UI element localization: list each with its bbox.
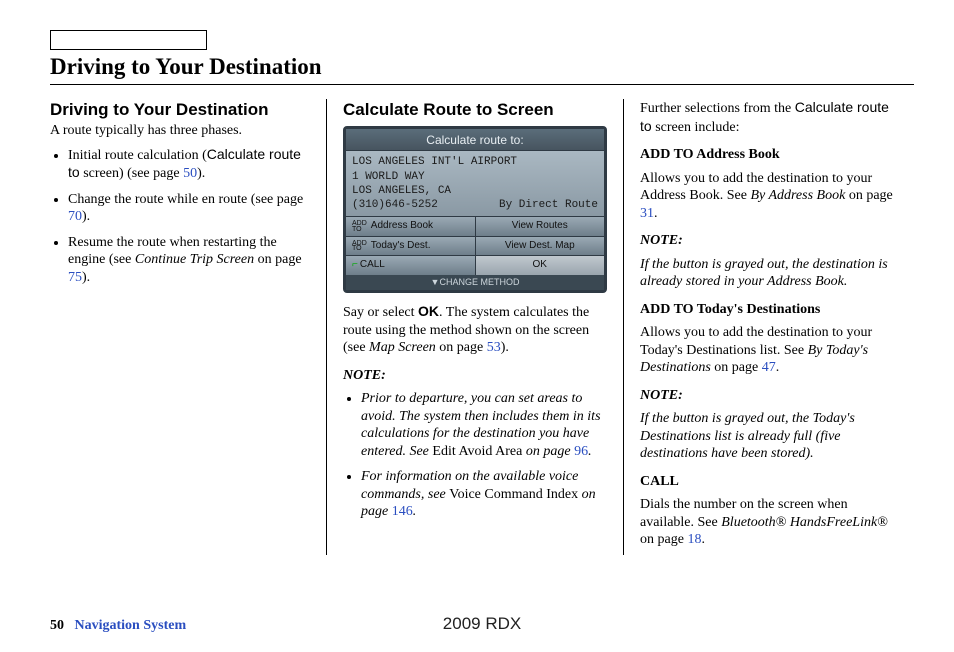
text: Edit Avoid Area xyxy=(432,444,522,459)
section-body: Allows you to add the destination to you… xyxy=(640,324,900,377)
text: Map Screen xyxy=(369,340,436,355)
text: . xyxy=(776,360,780,375)
col1-heading: Driving to Your Destination xyxy=(50,99,310,120)
page-ref-link[interactable]: 53 xyxy=(487,340,501,355)
list-item: Initial route calculation (Calculate rou… xyxy=(68,146,310,183)
text: By Address Book xyxy=(750,188,845,203)
page-ref-link[interactable]: 50 xyxy=(183,166,197,181)
phone-icon: ⌐ xyxy=(352,259,358,272)
phases-list: Initial route calculation (Calculate rou… xyxy=(50,146,310,287)
col2-heading: Calculate Route to Screen xyxy=(343,99,607,120)
page-ref-link[interactable]: 31 xyxy=(640,206,654,221)
list-item: For information on the available voice c… xyxy=(361,468,607,521)
text: Further selections from the xyxy=(640,101,795,116)
note-label: NOTE: xyxy=(640,387,900,405)
text: on page xyxy=(845,188,892,203)
label: Today's Dest. xyxy=(371,240,431,253)
note-label: NOTE: xyxy=(640,232,900,250)
page-number: 50 xyxy=(50,618,64,633)
screen-line: LOS ANGELES INT'L AIRPORT xyxy=(352,155,598,169)
text: ). xyxy=(501,340,509,355)
screen-button-row: ⌐ CALL OK xyxy=(346,255,604,275)
text: . xyxy=(413,504,417,519)
note-label: NOTE: xyxy=(343,367,607,385)
view-dest-map-button: View Dest. Map xyxy=(476,237,605,256)
list-item: Prior to departure, you can set areas to… xyxy=(361,390,607,460)
column-1: Driving to Your Destination A route typi… xyxy=(50,99,327,555)
column-3: Further selections from the Calculate ro… xyxy=(624,99,914,555)
screen-body: LOS ANGELES INT'L AIRPORT 1 WORLD WAY LO… xyxy=(346,151,604,216)
page-ref-link[interactable]: 47 xyxy=(762,360,776,375)
section-body: Dials the number on the screen when avai… xyxy=(640,496,900,549)
manual-page: Driving to Your Destination Driving to Y… xyxy=(0,0,954,652)
screen-route: By Direct Route xyxy=(499,198,598,212)
text: Change the route while en route (see pag… xyxy=(68,192,303,207)
nav-screen-figure: Calculate route to: LOS ANGELES INT'L AI… xyxy=(343,126,607,293)
column-2: Calculate Route to Screen Calculate rout… xyxy=(327,99,624,555)
text: Say or select xyxy=(343,305,418,320)
addto-icon: ADDTO xyxy=(352,221,367,232)
page-ref-link[interactable]: 70 xyxy=(68,209,82,224)
text: . xyxy=(701,532,705,547)
content-columns: Driving to Your Destination A route typi… xyxy=(50,99,914,555)
section-head: ADD TO Address Book xyxy=(640,146,900,164)
text: OK xyxy=(418,303,439,319)
label: CALL xyxy=(360,259,385,272)
text: Initial route calculation ( xyxy=(68,148,207,163)
call-button: ⌐ CALL xyxy=(346,256,476,275)
text: ). xyxy=(82,209,90,224)
view-routes-button: View Routes xyxy=(476,217,605,236)
text: . xyxy=(654,206,658,221)
text: screen) (see page xyxy=(80,166,183,181)
page-footer: 50 Navigation System 2009 RDX xyxy=(50,618,914,634)
footer-model: 2009 RDX xyxy=(443,614,521,634)
addto-address-book-button: ADDTO Address Book xyxy=(346,217,476,236)
text: Voice Command Index xyxy=(449,487,578,502)
text: screen include: xyxy=(652,120,740,135)
text: Bluetooth® HandsFreeLink® xyxy=(721,515,888,530)
section-head: CALL xyxy=(640,473,900,491)
note-body: If the button is grayed out, the destina… xyxy=(640,256,900,291)
screen-title: Calculate route to: xyxy=(346,129,604,151)
list-item: Change the route while en route (see pag… xyxy=(68,191,310,226)
text: on page xyxy=(436,340,487,355)
screen-line: LOS ANGELES, CA xyxy=(352,184,598,198)
text: ). xyxy=(82,270,90,285)
ok-button: OK xyxy=(476,256,605,275)
screen-line: 1 WORLD WAY xyxy=(352,170,598,184)
note-list: Prior to departure, you can set areas to… xyxy=(343,390,607,521)
screen-footer: ▼CHANGE METHOD xyxy=(346,275,604,290)
text: on page xyxy=(254,252,301,267)
text: on page xyxy=(711,360,762,375)
screen-phone: (310)646-5252 xyxy=(352,198,438,212)
text: on page xyxy=(640,532,687,547)
addto-todays-dest-button: ADDTO Today's Dest. xyxy=(346,237,476,256)
text: Continue Trip Screen xyxy=(135,252,254,267)
page-ref-link[interactable]: 146 xyxy=(392,504,413,519)
text: on page xyxy=(522,444,574,459)
addto-icon: ADDTO xyxy=(352,241,367,252)
page-ref-link[interactable]: 75 xyxy=(68,270,82,285)
chapter-title: Driving to Your Destination xyxy=(50,54,914,85)
col1-intro: A route typically has three phases. xyxy=(50,122,310,140)
text: ). xyxy=(197,166,205,181)
screen-button-row: ADDTO Address Book View Routes xyxy=(346,216,604,236)
footer-left: 50 Navigation System xyxy=(50,618,186,633)
label: Address Book xyxy=(371,220,433,233)
screen-row: (310)646-5252 By Direct Route xyxy=(352,198,598,212)
list-item: Resume the route when restarting the eng… xyxy=(68,234,310,287)
page-ref-link[interactable]: 18 xyxy=(687,532,701,547)
section-body: Allows you to add the destination to you… xyxy=(640,170,900,223)
screen-button-row: ADDTO Today's Dest. View Dest. Map xyxy=(346,236,604,256)
note-body: If the button is grayed out, the Today's… xyxy=(640,410,900,463)
text: . xyxy=(588,444,592,459)
col3-intro: Further selections from the Calculate ro… xyxy=(640,99,900,136)
footer-section: Navigation System xyxy=(75,618,187,633)
page-ref-link[interactable]: 96 xyxy=(574,444,588,459)
top-empty-box xyxy=(50,30,207,50)
col2-para: Say or select OK. The system calculates … xyxy=(343,303,607,357)
section-head: ADD TO Today's Destinations xyxy=(640,301,900,319)
